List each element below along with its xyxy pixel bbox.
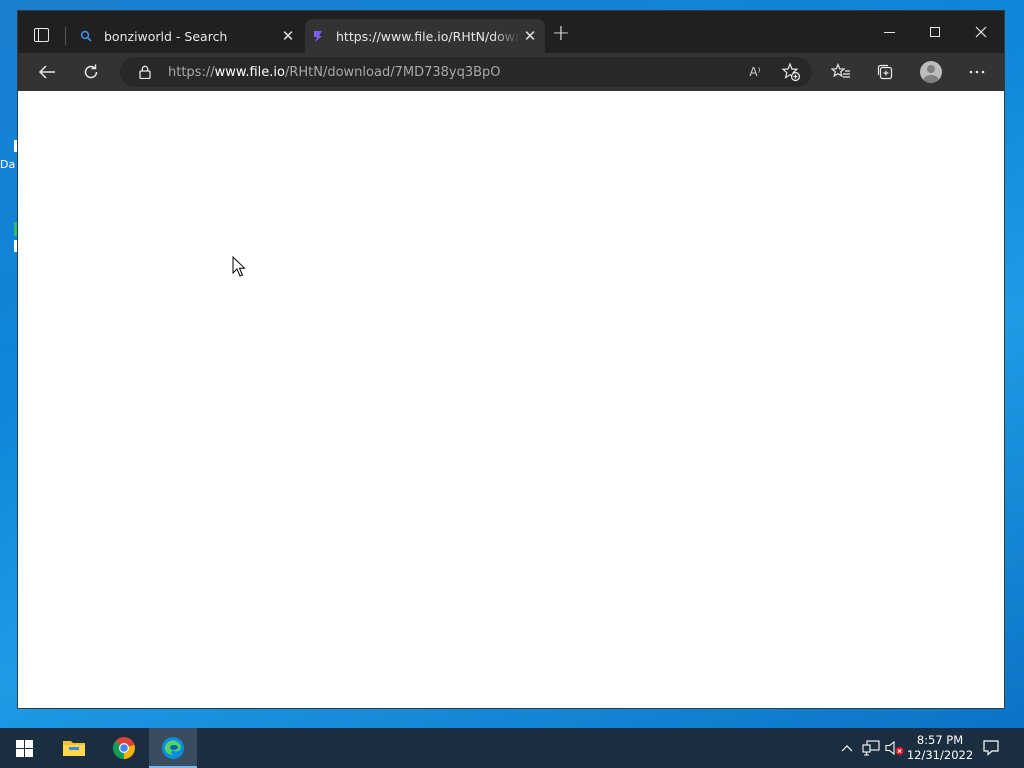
taskbar: 8:57 PM 12/31/2022	[0, 728, 1024, 768]
more-options-icon[interactable]	[962, 57, 992, 87]
clock-time: 8:57 PM	[916, 733, 964, 747]
fileio-icon	[310, 28, 326, 44]
refresh-button[interactable]	[76, 57, 106, 87]
favorites-icon[interactable]	[826, 57, 856, 87]
url-path: /RHtN/download/7MD738yq3BpO	[284, 64, 501, 80]
file-explorer-icon	[63, 741, 85, 756]
avatar	[920, 61, 942, 83]
chrome-button[interactable]	[100, 728, 148, 768]
edge-icon	[162, 737, 184, 759]
show-hidden-icons-icon[interactable]	[838, 728, 856, 768]
minimize-button[interactable]	[866, 11, 912, 53]
tab-actions-menu-icon[interactable]	[28, 23, 54, 47]
tab-title: https://www.file.io/RHtN/download/7MD738…	[336, 28, 520, 44]
start-button[interactable]	[0, 728, 48, 768]
close-tab-icon[interactable]: ✕	[520, 26, 540, 46]
address-bar[interactable]: https://www.file.io/RHtN/download/7MD738…	[120, 57, 812, 87]
network-icon[interactable]	[860, 728, 882, 768]
tab-bar: bonziworld - Search ✕ https://www.file.i…	[18, 11, 1004, 53]
collections-icon[interactable]	[870, 57, 900, 87]
chrome-icon	[112, 737, 135, 760]
back-button[interactable]	[32, 57, 62, 87]
volume-muted-icon[interactable]	[884, 728, 906, 768]
notifications-icon[interactable]	[978, 728, 1004, 768]
browser-window: bonziworld - Search ✕ https://www.file.i…	[17, 10, 1005, 709]
system-clock[interactable]: 8:57 PM 12/31/2022	[906, 728, 974, 768]
url-scheme: https://	[168, 64, 215, 80]
mouse-cursor-icon	[232, 255, 246, 282]
tab-title: bonziworld - Search	[104, 28, 228, 44]
clock-date: 12/31/2022	[906, 748, 974, 762]
close-tab-icon[interactable]: ✕	[278, 26, 298, 46]
profile-button[interactable]	[916, 57, 946, 87]
new-tab-button[interactable]: +	[550, 23, 572, 46]
url-host: www.file.io	[214, 64, 285, 80]
tab-fileio-download[interactable]: https://www.file.io/RHtN/download/7MD738…	[305, 19, 545, 53]
add-favorite-icon[interactable]	[776, 57, 806, 87]
file-explorer-button[interactable]	[50, 728, 98, 768]
page-content[interactable]	[18, 91, 1004, 708]
browser-toolbar: https://www.file.io/RHtN/download/7MD738…	[18, 53, 1004, 91]
edge-button[interactable]	[149, 728, 197, 768]
lock-icon[interactable]	[130, 65, 160, 79]
start-icon	[15, 739, 33, 757]
tab-bonziworld-search[interactable]: bonziworld - Search ✕	[73, 19, 303, 53]
read-aloud-icon[interactable]: A⁾	[742, 57, 768, 87]
search-icon	[78, 28, 94, 44]
url-text: https://www.file.io/RHtN/download/7MD738…	[168, 65, 501, 80]
tab-separator	[65, 27, 66, 45]
close-window-button[interactable]	[958, 11, 1004, 53]
desktop-icon-label: Da	[0, 158, 16, 171]
maximize-button[interactable]	[912, 11, 958, 53]
